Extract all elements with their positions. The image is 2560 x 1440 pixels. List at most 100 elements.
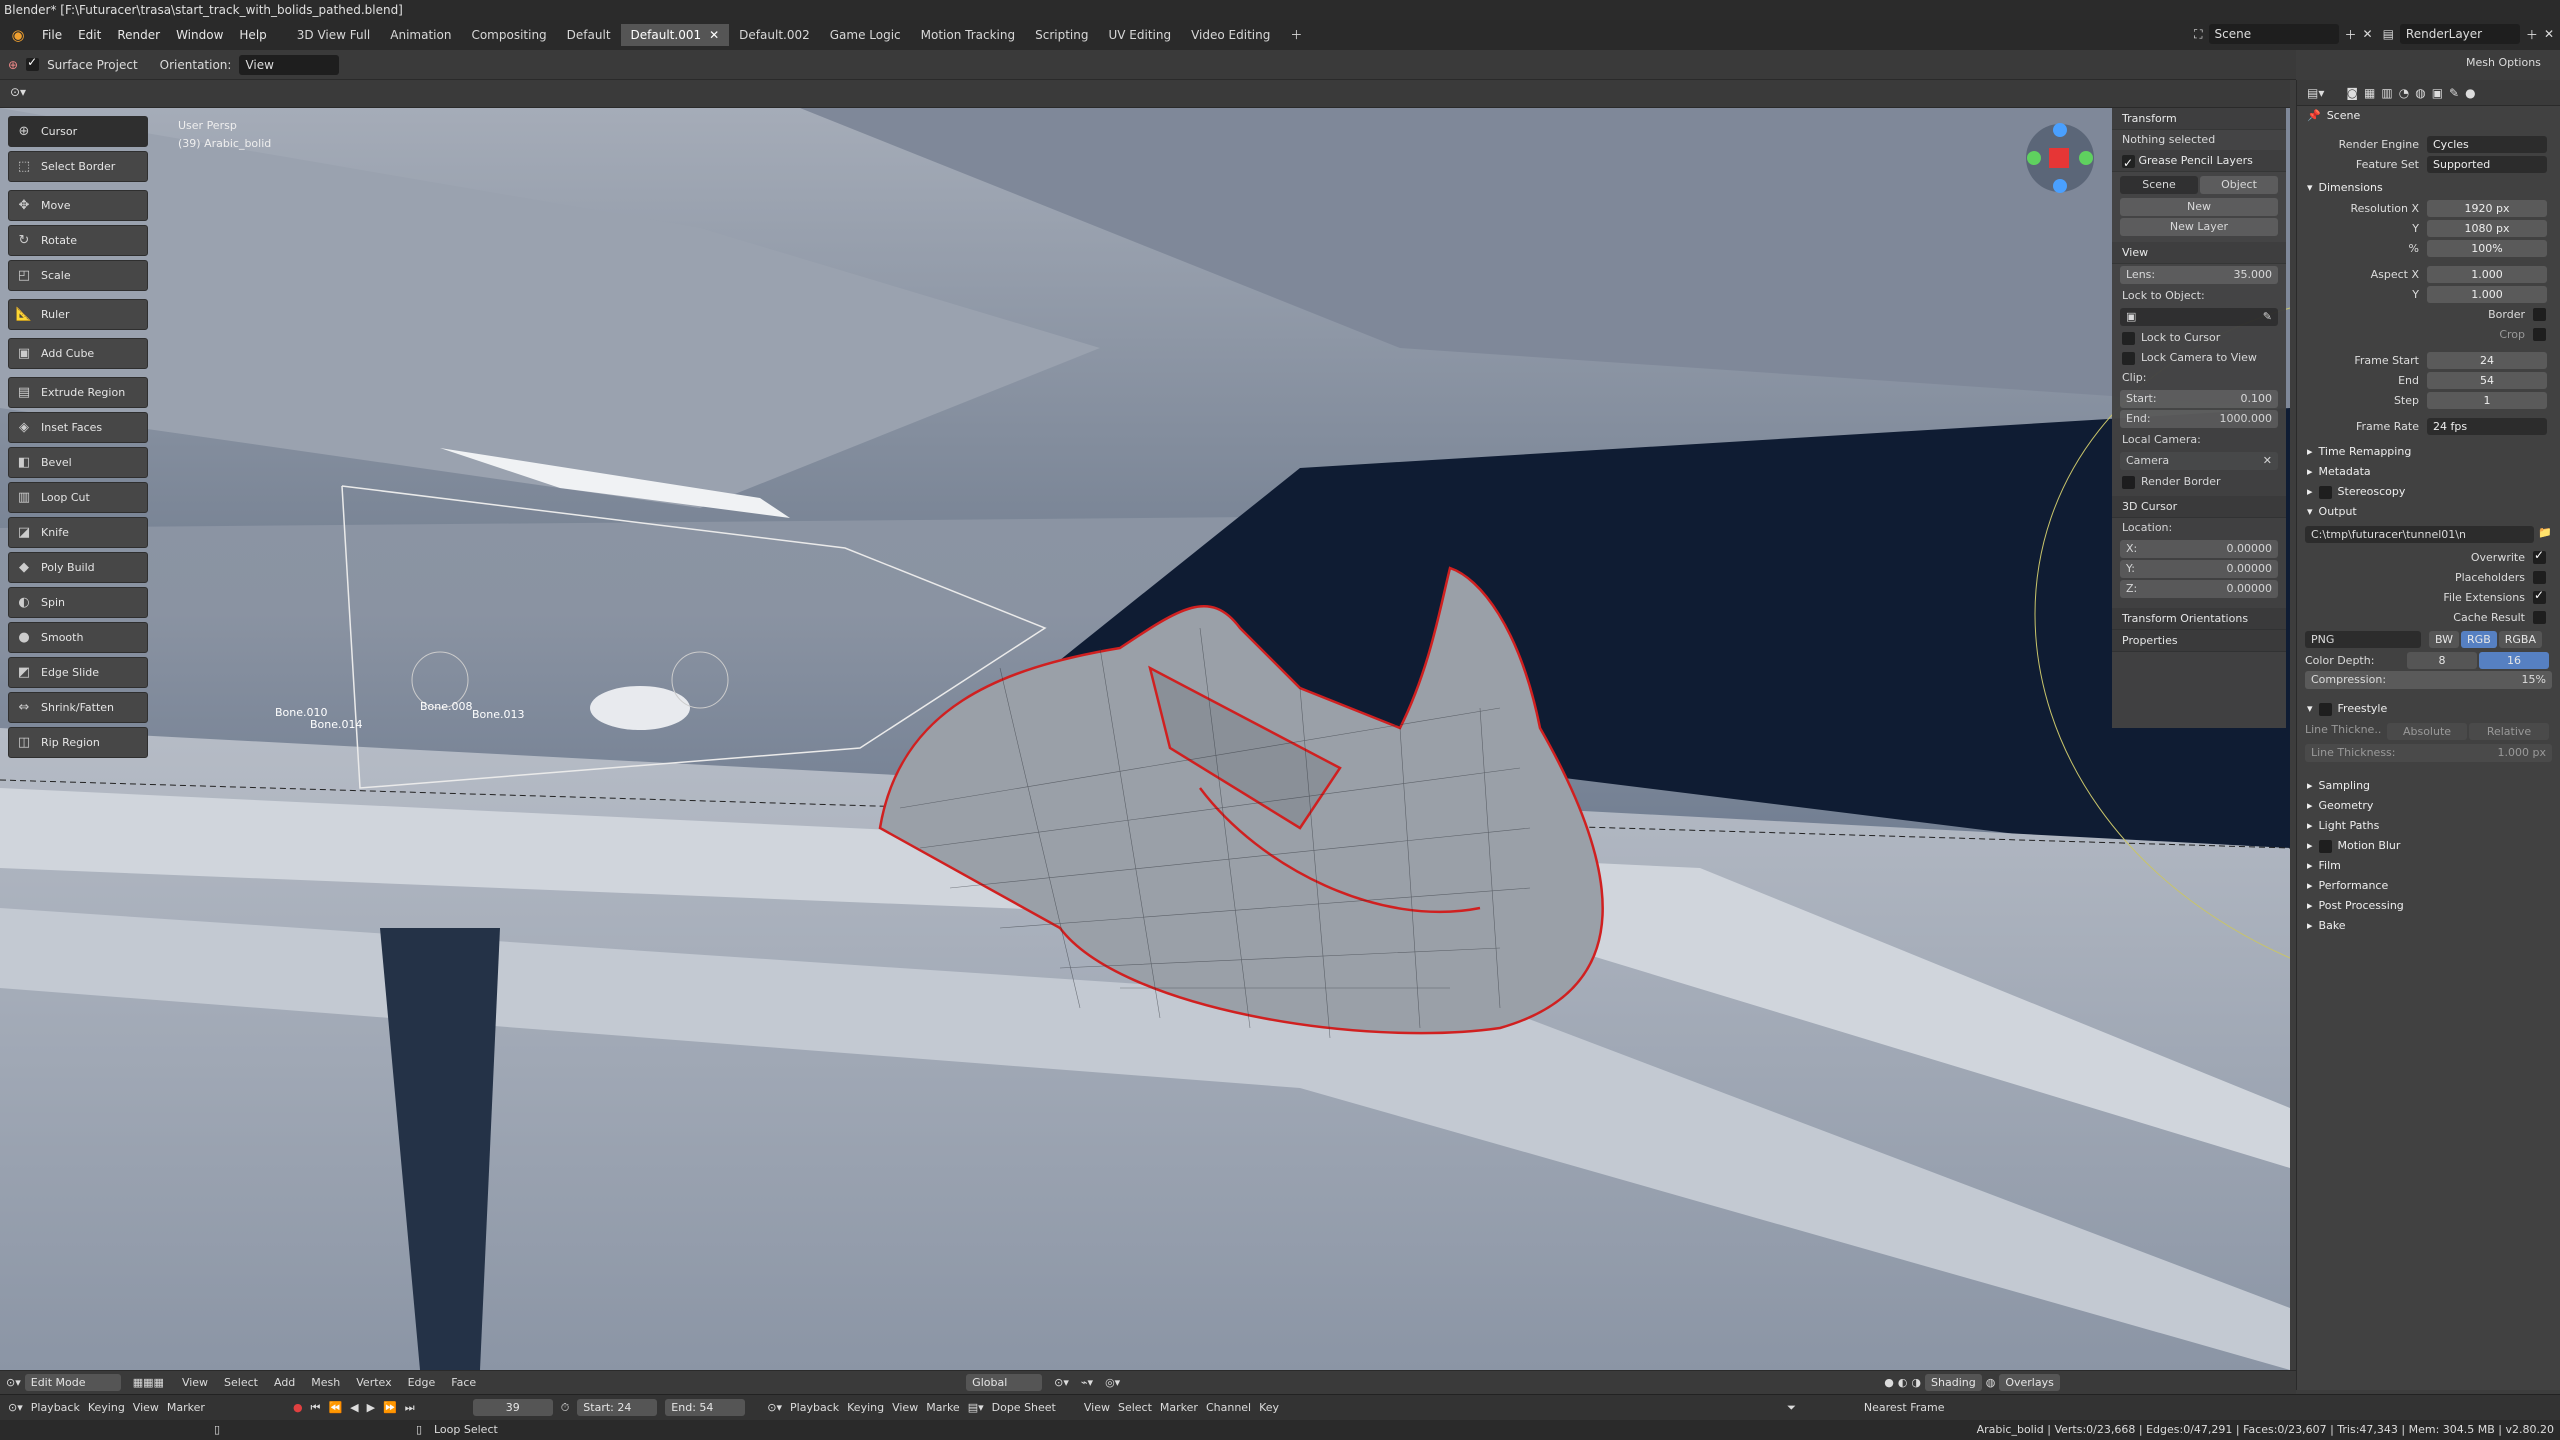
dope-sheet-mode-dropdown[interactable]: Dope Sheet <box>992 1401 1056 1414</box>
light-paths-header[interactable]: ▸ Light Paths <box>2297 816 2560 836</box>
face-menu[interactable]: Face <box>445 1376 482 1389</box>
render-border-checkbox[interactable] <box>2122 475 2135 489</box>
post-processing-header[interactable]: ▸ Post Processing <box>2297 896 2560 916</box>
gp-new-layer-button[interactable]: New Layer <box>2120 218 2278 236</box>
scene-tab-icon[interactable]: ◔ <box>2399 86 2409 100</box>
material-tab-icon[interactable]: ● <box>2465 86 2475 100</box>
edge-menu[interactable]: Edge <box>402 1376 442 1389</box>
transform-orientations-header[interactable]: Transform Orientations <box>2112 608 2286 630</box>
dopesheet-editor-icon[interactable]: ⊙▾ <box>767 1401 782 1414</box>
remove-scene-icon[interactable]: ✕ <box>2363 27 2373 41</box>
tool-knife[interactable]: ◪ Knife <box>8 517 148 548</box>
modifier-tab-icon[interactable]: ✎ <box>2449 86 2459 100</box>
tab-compositing[interactable]: Compositing <box>461 24 556 46</box>
bake-header[interactable]: ▸ Bake <box>2297 916 2560 936</box>
transform-panel-header[interactable]: Transform <box>2112 108 2286 130</box>
absolute-button[interactable]: Absolute <box>2387 723 2467 740</box>
freestyle-header[interactable]: ▾ Freestyle <box>2297 699 2560 719</box>
lock-camera-checkbox[interactable] <box>2122 351 2135 365</box>
start-frame-field[interactable]: Start: 24 <box>577 1399 658 1416</box>
placeholders-checkbox[interactable] <box>2533 570 2546 584</box>
next-key-icon[interactable]: ⏩ <box>383 1401 397 1414</box>
tool-loop-cut[interactable]: ▥ Loop Cut <box>8 482 148 513</box>
output-path-field[interactable]: C:\tmp\futuracer\tunnel01\n <box>2305 526 2535 543</box>
filter-icon[interactable]: ⏷ <box>1787 1401 1796 1415</box>
tool-bevel[interactable]: ◧ Bevel <box>8 447 148 478</box>
menu-help[interactable]: Help <box>231 28 274 42</box>
tool-select-border[interactable]: ⬚ Select Border <box>8 151 148 182</box>
time-remapping-header[interactable]: ▸ Time Remapping <box>2297 442 2560 462</box>
aspect-x-field[interactable]: 1.000 <box>2427 265 2547 283</box>
clear-icon[interactable]: ✕ <box>2263 452 2272 470</box>
file-format-dropdown[interactable]: PNG <box>2305 631 2421 648</box>
folder-icon[interactable]: 📁 <box>2538 526 2552 543</box>
tool-shrink-fatten[interactable]: ⇔ Shrink/Fatten <box>8 692 148 723</box>
tool-rip-region[interactable]: ◫ Rip Region <box>8 727 148 758</box>
channel-menu[interactable]: Channel <box>1206 1401 1251 1414</box>
lock-cursor-checkbox[interactable] <box>2122 331 2135 345</box>
timeline-marker-menu[interactable]: Marker <box>167 1401 205 1414</box>
cursor-x-field[interactable]: X: 0.00000 <box>2120 540 2278 558</box>
overlays-dropdown[interactable]: Overlays <box>1999 1374 2060 1391</box>
view-layer-tab-icon[interactable]: ▥ <box>2381 86 2392 100</box>
select-menu[interactable]: Select <box>218 1376 264 1389</box>
motion-blur-checkbox[interactable] <box>2318 839 2332 853</box>
lock-cursor-row[interactable]: Lock to Cursor <box>2112 328 2286 348</box>
clip-end-field[interactable]: End: 1000.000 <box>2120 410 2278 428</box>
tab-default-002[interactable]: Default.002 <box>729 24 820 46</box>
play-reverse-icon[interactable]: ◀ <box>350 1401 358 1414</box>
properties-editor-icon[interactable]: ▤▾ <box>2307 86 2324 100</box>
jump-start-icon[interactable]: ⏮ <box>311 1401 321 1415</box>
add-layer-icon[interactable]: ＋ <box>2526 26 2538 43</box>
object-tab-icon[interactable]: ▣ <box>2432 86 2443 100</box>
pivot-icon[interactable]: ⊙▾ <box>1054 1376 1069 1389</box>
close-icon[interactable]: ✕ <box>709 28 719 42</box>
remove-layer-icon[interactable]: ✕ <box>2544 27 2554 41</box>
shading-dropdown[interactable]: Shading <box>1925 1374 1982 1391</box>
editor-type-icon[interactable]: ⊙▾ <box>6 1376 21 1389</box>
output-header[interactable]: ▾ Output <box>2297 502 2560 522</box>
keying-menu-2[interactable]: Keying <box>847 1401 884 1414</box>
tab-game-logic[interactable]: Game Logic <box>820 24 911 46</box>
tool-inset-faces[interactable]: ◈ Inset Faces <box>8 412 148 443</box>
tab-uv-editing[interactable]: UV Editing <box>1098 24 1181 46</box>
prev-key-icon[interactable]: ⏪ <box>328 1401 342 1414</box>
render-engine-dropdown[interactable]: Cycles <box>2427 135 2547 153</box>
tool-move[interactable]: ✥ Move <box>8 190 148 221</box>
crop-checkbox[interactable] <box>2533 327 2546 341</box>
add-workspace-icon[interactable]: ＋ <box>1280 24 1312 46</box>
scene-field[interactable]: Scene <box>2208 24 2339 44</box>
transform-orientation-dropdown[interactable]: Global <box>966 1374 1043 1391</box>
timeline-view-menu[interactable]: View <box>133 1401 159 1414</box>
sampling-header[interactable]: ▸ Sampling <box>2297 776 2560 796</box>
frame-start-field[interactable]: 24 <box>2427 351 2547 369</box>
border-checkbox[interactable] <box>2533 307 2546 321</box>
res-x-field[interactable]: 1920 px <box>2427 199 2547 217</box>
select-menu-2[interactable]: Select <box>1118 1401 1152 1414</box>
geometry-header[interactable]: ▸ Geometry <box>2297 796 2560 816</box>
orientation-dropdown[interactable]: View <box>239 54 340 75</box>
render-border-row[interactable]: Render Border <box>2112 472 2286 492</box>
tool-edge-slide[interactable]: ◩ Edge Slide <box>8 657 148 688</box>
rgb-button[interactable]: RGB <box>2461 631 2497 648</box>
file-extensions-checkbox[interactable] <box>2533 588 2546 604</box>
lock-object-field[interactable]: ▣ ✎ <box>2120 308 2278 326</box>
play-icon[interactable]: ▶ <box>367 1401 375 1414</box>
tool-spin[interactable]: ◐ Spin <box>8 587 148 618</box>
blender-logo-icon[interactable]: ◉ <box>6 24 30 46</box>
playback-menu[interactable]: Playback <box>31 1401 80 1414</box>
overwrite-checkbox[interactable] <box>2533 548 2546 564</box>
tool-rotate[interactable]: ↻ Rotate <box>8 225 148 256</box>
marker-menu-3[interactable]: Marker <box>1160 1401 1198 1414</box>
render-layer-field[interactable]: RenderLayer <box>2399 24 2520 44</box>
tool-scale[interactable]: ◰ Scale <box>8 260 148 291</box>
3d-viewport[interactable]: Bone.010 Bone.014 Bone.008 Bone.013 <box>0 108 2290 1370</box>
add-menu[interactable]: Add <box>268 1376 301 1389</box>
tool-ruler[interactable]: 📐 Ruler <box>8 299 148 330</box>
view-menu[interactable]: View <box>176 1376 214 1389</box>
surface-project-checkbox[interactable] <box>26 55 40 71</box>
select-mode-icon[interactable]: ▦▦▦ <box>133 1376 164 1389</box>
timeline-editor-icon[interactable]: ⊙▾ <box>8 1401 23 1414</box>
tab-motion-tracking[interactable]: Motion Tracking <box>911 24 1025 46</box>
properties-header[interactable]: Properties <box>2112 630 2286 652</box>
